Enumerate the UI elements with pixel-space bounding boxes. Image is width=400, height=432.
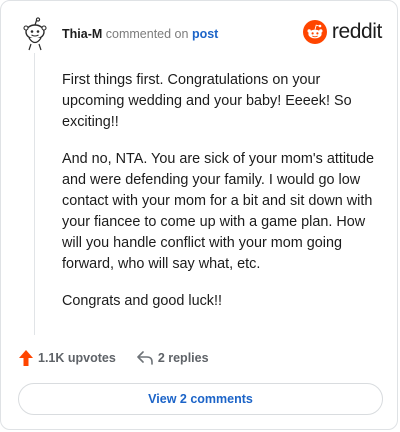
replies-count: 2 replies <box>157 351 209 365</box>
comment-actions: 1.1K upvotes 2 replies <box>19 350 209 366</box>
comment-header: Thia-M commented on post <box>62 27 218 41</box>
view-comments-button[interactable]: View 2 comments <box>18 383 383 415</box>
comment-paragraph-2: And no, NTA. You are sick of your mom's … <box>62 151 375 272</box>
reddit-wordmark: reddit <box>331 20 383 43</box>
comment-paragraph-3: Congrats and good luck!! <box>62 293 222 309</box>
replies-button[interactable]: 2 replies <box>137 351 209 365</box>
reddit-snoo-icon <box>302 20 327 44</box>
comment-card: Thia-M commented on post reddit First th… <box>0 0 398 430</box>
snoo-avatar-icon <box>23 17 47 51</box>
upvote-button[interactable]: 1.1K upvotes <box>19 350 116 366</box>
user-avatar[interactable] <box>21 17 51 53</box>
comment-paragraph-1: First things first. Congratulations on y… <box>62 72 352 130</box>
upvote-count: 1.1K upvotes <box>38 351 116 365</box>
commented-on-text: commented on <box>105 27 189 41</box>
post-link[interactable]: post <box>192 27 218 41</box>
reddit-logo[interactable]: reddit <box>302 20 383 44</box>
comment-body: First things first. Congratulations on y… <box>62 70 384 328</box>
thread-line <box>34 53 35 335</box>
reply-arrow-icon <box>137 351 153 365</box>
comment-author[interactable]: Thia-M <box>62 27 102 41</box>
upvote-arrow-icon <box>19 350 33 366</box>
